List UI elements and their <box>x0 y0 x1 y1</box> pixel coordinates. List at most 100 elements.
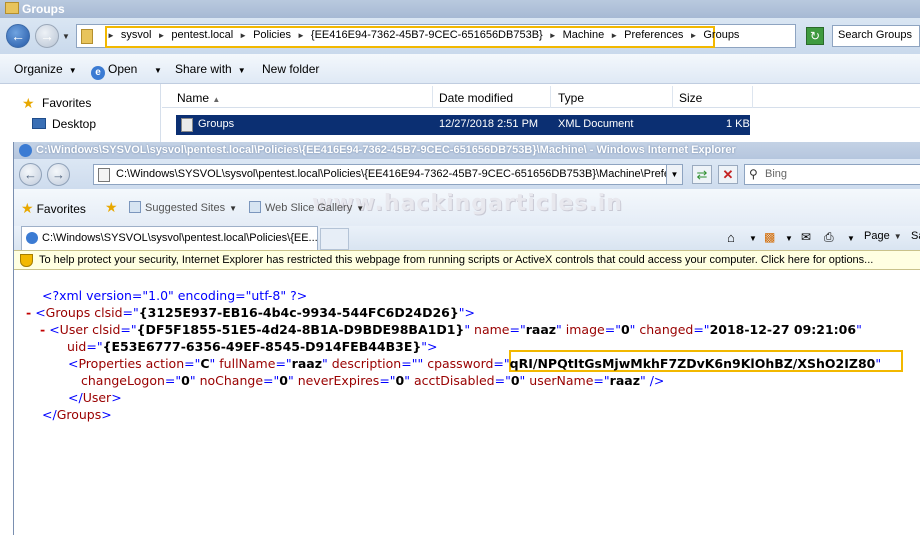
search-input[interactable]: Search Groups <box>832 25 920 47</box>
ie-address-row: ← → C:\Windows\SYSVOL\sysvol\pentest.loc… <box>14 159 920 189</box>
xml-declaration: <?xml version="1.0" encoding="utf-8" ?> <box>42 287 307 304</box>
xml-markup: < <box>49 322 60 337</box>
xml-value: raaz <box>291 356 322 371</box>
xml-value: {3125E937-EB16-4b4c-9934-544FC6D24D26} <box>138 305 459 320</box>
suggested-sites-button[interactable]: Suggested Sites ▼ <box>129 201 237 214</box>
new-tab-button[interactable] <box>320 228 349 250</box>
breadcrumb-item[interactable]: {EE416E94-7362-45B7-9CEC-651656DB753B} <box>311 29 543 43</box>
nav-item-favorites[interactable]: ★ Favorites <box>22 95 91 111</box>
column-header-date-modified[interactable]: Date modified <box>439 91 513 105</box>
chevron-down-icon[interactable]: ▼ <box>749 234 757 243</box>
xml-markup: =" <box>401 356 418 371</box>
stop-icon[interactable]: ✕ <box>718 165 738 184</box>
address-dropdown-icon[interactable]: ▼ <box>666 164 683 185</box>
forward-button[interactable]: → <box>35 24 59 48</box>
chevron-down-icon[interactable]: ▼ <box>847 234 855 243</box>
column-divider[interactable] <box>752 86 753 108</box>
table-row[interactable]: Groups 12/27/2018 2:51 PM XML Document 1… <box>176 115 750 135</box>
xml-groups-open: - <Groups clsid="{3125E937-EB16-4b4c-993… <box>26 304 475 321</box>
xml-markup: =" <box>164 373 182 388</box>
refresh-icon[interactable]: ↻ <box>806 27 824 45</box>
refresh-icon[interactable]: ⇄ <box>692 165 712 184</box>
breadcrumb-item[interactable]: pentest.local <box>171 29 233 43</box>
column-divider[interactable] <box>672 86 673 108</box>
xml-user-close: </User> <box>68 389 122 406</box>
new-folder-button[interactable]: New folder <box>262 62 319 76</box>
breadcrumb-item[interactable]: Policies <box>253 29 291 43</box>
mail-icon[interactable]: ✉ <box>801 230 811 244</box>
address-bar[interactable]: ► sysvol ► pentest.local ► Policies ► {E… <box>76 24 796 48</box>
breadcrumb-item[interactable]: Machine <box>563 29 605 43</box>
column-divider[interactable] <box>550 86 551 108</box>
web-slice-gallery-label: Web Slice Gallery <box>265 202 353 214</box>
xml-user-uid: uid="{E53E6777-6356-49EF-8545-D914FEB44B… <box>67 338 438 355</box>
chevron-right-icon[interactable]: ► <box>239 29 247 43</box>
chevron-right-icon[interactable]: ► <box>549 29 557 43</box>
xml-markup: "> <box>458 305 475 320</box>
xml-markup: =" <box>593 373 610 388</box>
print-icon[interactable]: ⎙ <box>824 230 834 245</box>
column-header-size[interactable]: Size <box>679 91 702 105</box>
breadcrumb-item[interactable]: Groups <box>703 29 739 43</box>
folder-icon <box>81 29 93 44</box>
back-button[interactable]: ← <box>19 163 42 186</box>
open-dropdown[interactable]: ▼ <box>148 62 162 76</box>
xml-markup: " /> <box>639 373 665 388</box>
chevron-right-icon[interactable]: ► <box>689 29 697 43</box>
chevron-down-icon: ▼ <box>893 232 902 241</box>
xml-markup: =" <box>275 356 292 371</box>
nav-item-desktop[interactable]: Desktop <box>32 117 96 131</box>
infobar-text: To help protect your security, Internet … <box>39 254 874 266</box>
xml-markup: " encoding=" <box>168 288 252 303</box>
xml-attr: changeLogon <box>81 373 165 388</box>
organize-label: Organize <box>14 62 63 76</box>
collapse-toggle[interactable]: - <box>40 322 45 337</box>
collapse-toggle[interactable]: - <box>26 305 31 320</box>
chevron-right-icon[interactable]: ► <box>107 29 115 43</box>
column-header-name[interactable]: Name ▲ <box>177 91 220 105</box>
chevron-right-icon[interactable]: ► <box>297 29 305 43</box>
file-date-modified: 12/27/2018 2:51 PM <box>439 118 539 130</box>
chevron-down-icon[interactable]: ▼ <box>785 234 793 243</box>
search-input[interactable]: ⚲ Bing <box>744 164 920 185</box>
ie-tab-row: C:\Windows\SYSVOL\sysvol\pentest.local\P… <box>14 226 920 250</box>
home-icon[interactable]: ⌂ <box>727 230 735 245</box>
chevron-down-icon: ▼ <box>154 66 162 75</box>
share-with-button[interactable]: Share with ▼ <box>175 62 246 76</box>
suggested-sites-icon <box>129 201 141 213</box>
xml-attr: description <box>331 356 402 371</box>
forward-button[interactable]: → <box>47 163 70 186</box>
chevron-right-icon[interactable]: ► <box>610 29 618 43</box>
tab-current-page[interactable]: C:\Windows\SYSVOL\sysvol\pentest.local\P… <box>21 226 318 250</box>
safety-menu-button[interactable]: Sa <box>911 230 920 242</box>
file-size: 1 KB <box>726 118 750 130</box>
internet-explorer-icon: e <box>91 66 105 80</box>
xml-markup: =" <box>493 356 510 371</box>
xml-markup: </ <box>68 390 83 405</box>
ie-title: C:\Windows\SYSVOL\sysvol\pentest.local\P… <box>36 144 736 156</box>
rss-feed-icon[interactable]: ▩ <box>764 230 775 244</box>
add-favorite-icon[interactable]: ★ <box>105 199 118 216</box>
web-slice-gallery-button[interactable]: Web Slice Gallery ▼ <box>249 201 364 214</box>
page-menu-button[interactable]: Page ▼ <box>864 230 902 242</box>
xml-markup: " <box>556 322 562 337</box>
xml-markup: " <box>321 356 328 371</box>
column-header-type[interactable]: Type <box>558 91 584 105</box>
column-divider[interactable] <box>432 86 433 108</box>
internet-explorer-icon <box>26 232 38 244</box>
open-button[interactable]: e Open <box>91 62 137 80</box>
recent-pages-dropdown-icon[interactable]: ▼ <box>62 32 70 41</box>
breadcrumb-item[interactable]: Preferences <box>624 29 683 43</box>
xml-markup: =" <box>120 322 137 337</box>
xml-tag: Groups <box>45 305 91 320</box>
security-infobar[interactable]: To help protect your security, Internet … <box>14 250 920 270</box>
xml-tag: User <box>59 322 89 337</box>
chevron-right-icon[interactable]: ► <box>157 29 165 43</box>
breadcrumb-item[interactable]: sysvol <box>121 29 152 43</box>
address-bar[interactable]: C:\Windows\SYSVOL\sysvol\pentest.local\P… <box>93 164 683 185</box>
explorer-titlebar: Groups <box>0 0 920 18</box>
nav-item-label: Desktop <box>52 117 97 131</box>
favorites-button[interactable]: ★ Favorites <box>21 200 86 217</box>
organize-button[interactable]: Organize ▼ <box>14 62 77 76</box>
back-button[interactable]: ← <box>6 24 30 48</box>
